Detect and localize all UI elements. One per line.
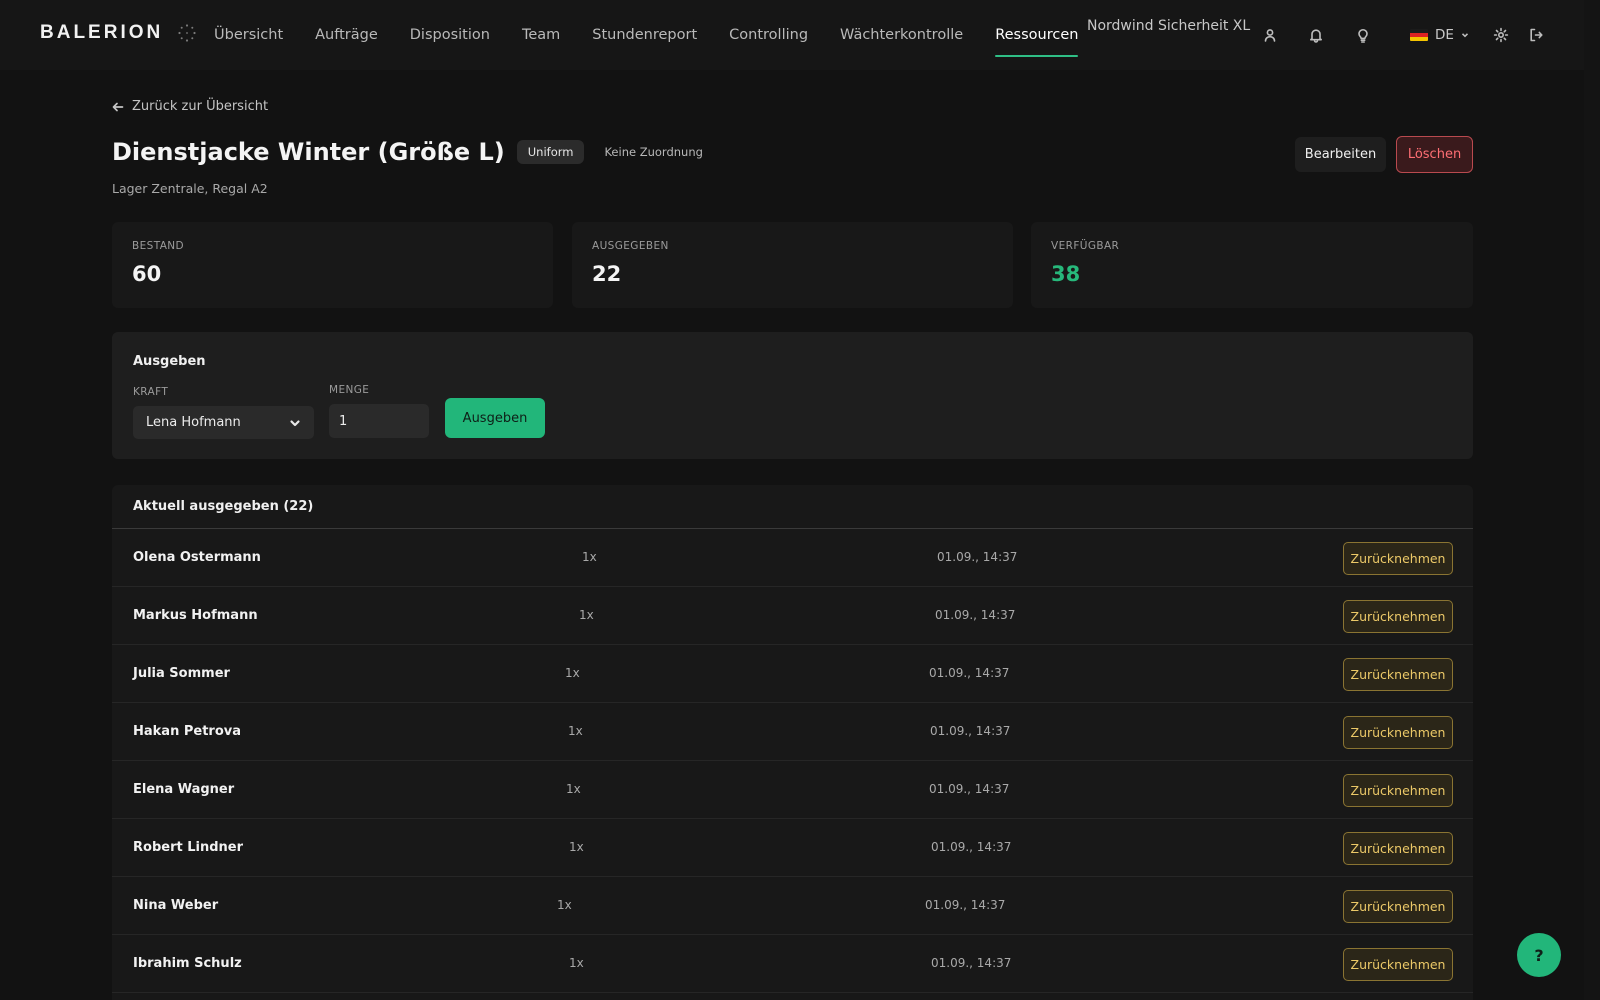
- table-row: Nina Weber 1x 01.09., 14:37 Zurücknehmen: [112, 877, 1473, 935]
- edit-button[interactable]: Bearbeiten: [1295, 137, 1386, 172]
- tenant-switcher[interactable]: Nordwind Sicherheit XL: [1087, 18, 1250, 34]
- stock-stats: BESTAND 60 AUSGEGEBEN 22 VERFÜGBAR 38: [112, 222, 1473, 308]
- stat-label: AUSGEGEBEN: [592, 240, 669, 252]
- person-select-value: Lena Hofmann: [146, 415, 241, 430]
- issued-quantity: 1x: [565, 666, 580, 680]
- language-selector[interactable]: DE: [1410, 26, 1469, 44]
- nav-item-disposition[interactable]: Disposition: [410, 0, 490, 70]
- return-button[interactable]: Zurücknehmen: [1343, 948, 1453, 981]
- table-row: Markus Hofmann 1x 01.09., 14:37 Zurückne…: [112, 587, 1473, 645]
- gear-icon[interactable]: [1491, 25, 1511, 45]
- table-row: Julia Sommer 1x 01.09., 14:37 Zurücknehm…: [112, 645, 1473, 703]
- page-scrollbar[interactable]: [1584, 0, 1600, 1000]
- stat-value: 22: [592, 262, 622, 286]
- nav-item-team[interactable]: Team: [522, 0, 560, 70]
- stat-card-issued: AUSGEGEBEN 22: [572, 222, 1013, 308]
- issued-quantity: 1x: [579, 608, 594, 622]
- issued-date: 01.09., 14:37: [930, 724, 1011, 738]
- return-button[interactable]: Zurücknehmen: [1343, 542, 1453, 575]
- help-button[interactable]: ?: [1517, 933, 1561, 977]
- person-name: Elena Wagner: [133, 782, 235, 797]
- person-name: Markus Hofmann: [133, 608, 258, 623]
- issued-quantity: 1x: [568, 724, 583, 738]
- return-button[interactable]: Zurücknehmen: [1343, 890, 1453, 923]
- arrow-left-icon: [112, 102, 124, 111]
- issued-date: 01.09., 14:37: [935, 608, 1016, 622]
- table-row: Elena Wagner 1x 01.09., 14:37 Zurücknehm…: [112, 761, 1473, 819]
- user-icon[interactable]: [1260, 25, 1280, 45]
- person-name: Nina Weber: [133, 898, 219, 913]
- chevron-down-icon: [290, 419, 300, 426]
- back-link-label: Zurück zur Übersicht: [132, 99, 269, 114]
- stat-value: 60: [132, 262, 162, 286]
- issued-quantity: 1x: [569, 840, 584, 854]
- back-to-overview-link[interactable]: Zurück zur Übersicht: [112, 99, 268, 114]
- return-button[interactable]: Zurücknehmen: [1343, 658, 1453, 691]
- chevron-down-icon: [1461, 33, 1469, 38]
- stat-card-stock: BESTAND 60: [112, 222, 553, 308]
- issued-date: 01.09., 14:37: [937, 550, 1018, 564]
- issued-quantity: 1x: [557, 898, 572, 912]
- issue-form: Ausgeben KRAFT Lena Hofmann MENGE Ausgeb…: [112, 332, 1473, 459]
- issued-date: 01.09., 14:37: [925, 898, 1006, 912]
- assignment-badge: Keine Zuordnung: [604, 145, 703, 159]
- issue-form-title: Ausgeben: [133, 354, 206, 369]
- person-name: Olena Ostermann: [133, 550, 261, 565]
- issued-date: 01.09., 14:37: [931, 840, 1012, 854]
- nav-item-uebersicht[interactable]: Übersicht: [214, 0, 283, 70]
- stat-label: BESTAND: [132, 240, 185, 252]
- table-row: Ibrahim Schulz 1x 01.09., 14:37 Zurückne…: [112, 935, 1473, 993]
- person-name: Julia Sommer: [133, 666, 230, 681]
- brand-logo[interactable]: BALERION: [40, 22, 197, 44]
- issued-quantity: 1x: [566, 782, 581, 796]
- storage-location: Lager Zentrale, Regal A2: [112, 181, 268, 196]
- issued-date: 01.09., 14:37: [931, 956, 1012, 970]
- issued-quantity: 1x: [582, 550, 597, 564]
- person-field-label: KRAFT: [133, 386, 169, 398]
- table-row: Olena Ostermann 1x 01.09., 14:37 Zurückn…: [112, 529, 1473, 587]
- person-select[interactable]: Lena Hofmann: [133, 406, 314, 439]
- nav-item-auftraege[interactable]: Aufträge: [315, 0, 378, 70]
- person-name: Ibrahim Schulz: [133, 956, 242, 971]
- stat-card-available: VERFÜGBAR 38: [1031, 222, 1473, 308]
- return-button[interactable]: Zurücknehmen: [1343, 832, 1453, 865]
- category-badge: Uniform: [516, 140, 585, 164]
- quantity-input[interactable]: [329, 404, 429, 438]
- issued-date: 01.09., 14:37: [929, 666, 1010, 680]
- issued-list-heading: Aktuell ausgegeben (22): [112, 485, 1473, 529]
- nav-item-stundenreport[interactable]: Stundenreport: [592, 0, 697, 70]
- return-button[interactable]: Zurücknehmen: [1343, 774, 1453, 807]
- nav-item-ressourcen[interactable]: Ressourcen: [995, 0, 1079, 70]
- language-code: DE: [1435, 27, 1454, 43]
- issued-list: Aktuell ausgegeben (22) Olena Ostermann …: [112, 485, 1473, 1000]
- germany-flag-icon: [1410, 29, 1428, 41]
- quantity-field-label: MENGE: [329, 384, 370, 396]
- person-name: Robert Lindner: [133, 840, 243, 855]
- bell-icon[interactable]: [1306, 25, 1326, 45]
- main-navigation: Übersicht Aufträge Disposition Team Stun…: [214, 0, 1079, 70]
- person-name: Hakan Petrova: [133, 724, 241, 739]
- logout-icon[interactable]: [1526, 25, 1546, 45]
- brand-name: BALERION: [40, 22, 164, 43]
- nav-item-waechterkontrolle[interactable]: Wächterkontrolle: [840, 0, 963, 70]
- title-row: Dienstjacke Winter (Größe L) Uniform Kei…: [112, 138, 703, 166]
- issue-button[interactable]: Ausgeben: [445, 398, 545, 438]
- sun-spark-icon: [178, 24, 196, 42]
- table-row: Hakan Petrova 1x 01.09., 14:37 Zurückneh…: [112, 703, 1473, 761]
- issued-date: 01.09., 14:37: [929, 782, 1010, 796]
- return-button[interactable]: Zurücknehmen: [1343, 716, 1453, 749]
- issued-quantity: 1x: [569, 956, 584, 970]
- table-row: Robert Lindner 1x 01.09., 14:37 Zurückne…: [112, 819, 1473, 877]
- top-navigation-bar: BALERION Übersicht Aufträge Disposition …: [0, 0, 1584, 70]
- stat-value: 38: [1051, 262, 1081, 286]
- delete-button[interactable]: Löschen: [1396, 136, 1473, 173]
- stat-label: VERFÜGBAR: [1051, 240, 1120, 252]
- lightbulb-icon[interactable]: [1353, 25, 1373, 45]
- return-button[interactable]: Zurücknehmen: [1343, 600, 1453, 633]
- nav-item-controlling[interactable]: Controlling: [729, 0, 808, 70]
- page-title: Dienstjacke Winter (Größe L): [112, 138, 505, 166]
